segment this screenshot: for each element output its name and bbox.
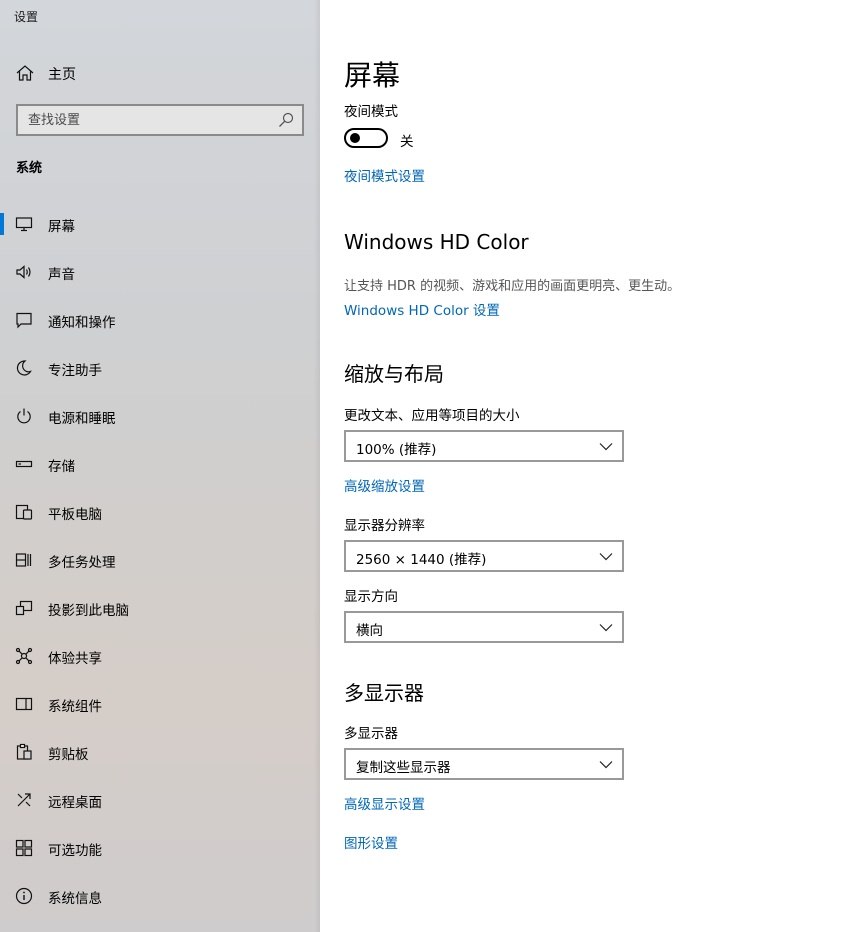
hdr-settings-link[interactable]: Windows HD Color 设置: [344, 299, 500, 319]
system-components-icon: [15, 697, 33, 711]
sidebar-item-shared-experiences[interactable]: 体验共享: [0, 632, 320, 680]
search-box[interactable]: [16, 104, 304, 136]
search-icon[interactable]: [278, 112, 294, 128]
sidebar-item-about[interactable]: 系统信息: [0, 872, 320, 920]
night-light-toggle[interactable]: [344, 128, 388, 148]
power-icon: [17, 408, 31, 424]
page-title: 屏幕: [344, 59, 401, 92]
sidebar-item-multitasking[interactable]: 多任务处理: [0, 536, 320, 584]
home-nav-item[interactable]: 主页: [0, 58, 320, 88]
sidebar-item-label: 可选功能: [48, 843, 102, 859]
storage-icon: [15, 460, 33, 468]
info-icon: [15, 887, 33, 905]
night-light-label: 夜间模式: [344, 104, 398, 120]
multi-display-heading: 多显示器: [344, 681, 424, 705]
sidebar-item-clipboard[interactable]: 剪贴板: [0, 728, 320, 776]
sidebar-item-label: 声音: [48, 267, 75, 283]
sidebar-item-label: 存储: [48, 459, 75, 475]
sidebar-item-optional-features[interactable]: 可选功能: [0, 824, 320, 872]
scale-dropdown[interactable]: 100% (推荐): [344, 430, 624, 462]
home-icon: [16, 65, 34, 81]
scale-label: 更改文本、应用等项目的大小: [344, 408, 520, 424]
sidebar-item-label: 平板电脑: [48, 507, 102, 523]
optional-features-icon: [15, 839, 33, 857]
main-content: 屏幕 夜间模式 关 夜间模式设置 Windows HD Color 让支持 HD…: [320, 0, 863, 932]
night-light-settings-link[interactable]: 夜间模式设置: [344, 165, 425, 185]
sidebar-item-label: 体验共享: [48, 651, 102, 667]
shared-experiences-icon: [15, 647, 33, 665]
orientation-label: 显示方向: [344, 589, 398, 605]
sidebar-nav: 屏幕 声音 通知和操作 专注助手 电源和睡眠 存储 平板电脑 多任务处理 投影到…: [0, 200, 320, 920]
sidebar-item-projecting[interactable]: 投影到此电脑: [0, 584, 320, 632]
night-light-state: 关: [400, 134, 414, 150]
clipboard-icon: [16, 743, 32, 760]
search-input[interactable]: [18, 106, 302, 134]
sidebar-item-sound[interactable]: 声音: [0, 248, 320, 296]
multi-display-value: 复制这些显示器: [356, 760, 451, 776]
hdr-heading: Windows HD Color: [344, 230, 529, 254]
sidebar-item-power-sleep[interactable]: 电源和睡眠: [0, 392, 320, 440]
sidebar-item-label: 远程桌面: [48, 795, 102, 811]
advanced-display-link[interactable]: 高级显示设置: [344, 793, 425, 813]
graphics-settings-link[interactable]: 图形设置: [344, 832, 398, 852]
orientation-dropdown[interactable]: 横向: [344, 611, 624, 643]
toggle-knob: [350, 133, 360, 143]
advanced-scaling-link[interactable]: 高级缩放设置: [344, 475, 425, 495]
moon-icon: [16, 360, 32, 376]
sidebar-item-label: 屏幕: [48, 219, 75, 235]
sidebar-item-label: 电源和睡眠: [48, 411, 116, 427]
scale-value: 100% (推荐): [356, 442, 437, 458]
multi-display-dropdown[interactable]: 复制这些显示器: [344, 748, 624, 780]
sidebar-item-system-components[interactable]: 系统组件: [0, 680, 320, 728]
multitasking-icon: [15, 553, 32, 567]
section-label-system: 系统: [16, 161, 43, 176]
sidebar-item-tablet[interactable]: 平板电脑: [0, 488, 320, 536]
hdr-description: 让支持 HDR 的视频、游戏和应用的画面更明亮、更生动。: [344, 279, 681, 294]
sidebar-item-notifications[interactable]: 通知和操作: [0, 296, 320, 344]
sidebar-item-display[interactable]: 屏幕: [0, 200, 320, 248]
projecting-icon: [15, 600, 33, 616]
sidebar-item-storage[interactable]: 存储: [0, 440, 320, 488]
sidebar-item-label: 剪贴板: [48, 747, 89, 763]
orientation-value: 横向: [356, 623, 383, 639]
sidebar-item-label: 专注助手: [48, 363, 102, 379]
sidebar-item-label: 通知和操作: [48, 315, 116, 331]
sidebar-item-label: 系统组件: [48, 699, 102, 715]
speaker-icon: [16, 265, 31, 279]
home-label: 主页: [48, 67, 76, 83]
chevron-down-icon: [599, 761, 613, 769]
sidebar-item-label: 投影到此电脑: [48, 603, 129, 619]
multi-display-label: 多显示器: [344, 726, 398, 742]
sidebar-item-remote-desktop[interactable]: 远程桌面: [0, 776, 320, 824]
app-title: 设置: [14, 10, 39, 24]
chevron-down-icon: [599, 624, 613, 632]
resolution-value: 2560 × 1440 (推荐): [356, 552, 487, 568]
monitor-icon: [15, 217, 33, 232]
notification-icon: [16, 312, 32, 329]
sidebar-item-focus-assist[interactable]: 专注助手: [0, 344, 320, 392]
sidebar: 设置 主页 系统 屏幕 声音: [0, 0, 320, 932]
chevron-down-icon: [599, 553, 613, 561]
tablet-icon: [15, 504, 33, 520]
scale-layout-heading: 缩放与布局: [344, 362, 444, 386]
sidebar-item-label: 多任务处理: [48, 555, 116, 571]
resolution-label: 显示器分辨率: [344, 518, 425, 534]
resolution-dropdown[interactable]: 2560 × 1440 (推荐): [344, 540, 624, 572]
remote-desktop-icon: [17, 793, 31, 807]
sidebar-item-label: 系统信息: [48, 891, 102, 907]
chevron-down-icon: [599, 443, 613, 451]
